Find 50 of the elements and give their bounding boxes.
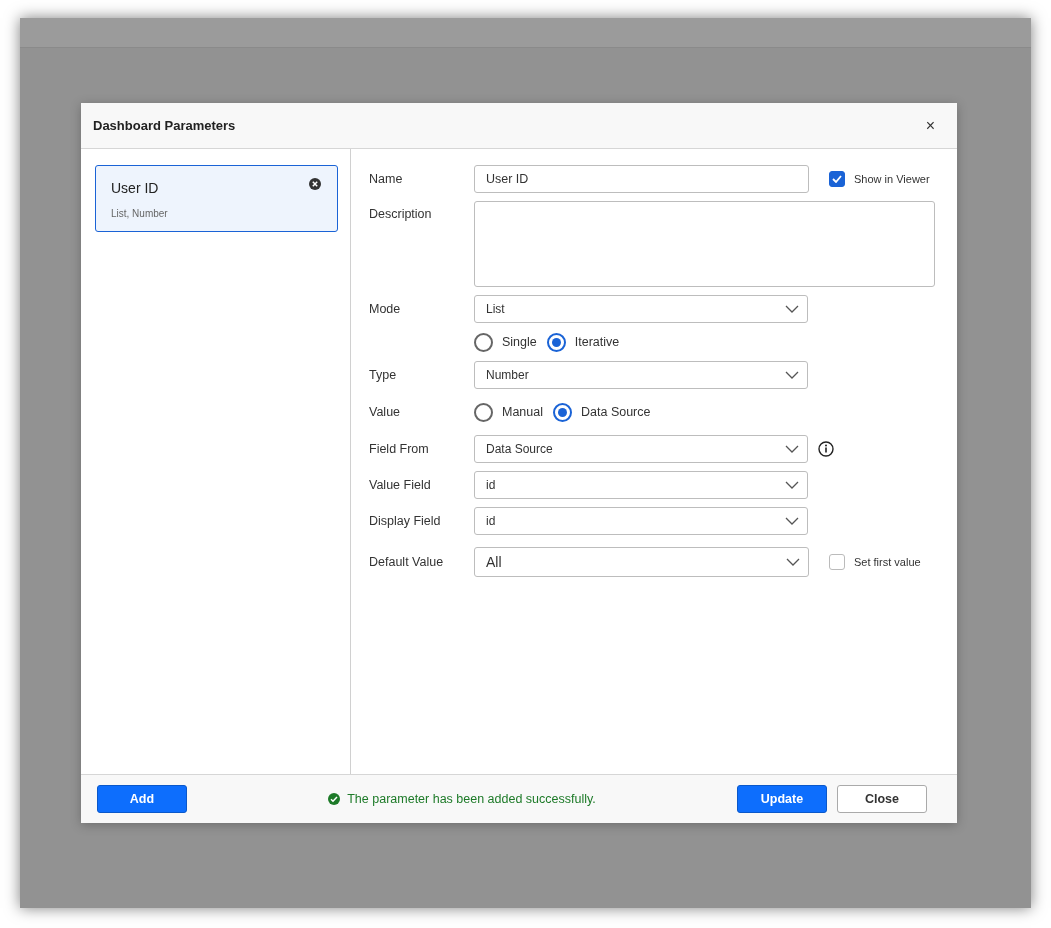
field-label: Display Field <box>369 514 442 528</box>
radio-button[interactable] <box>474 402 493 422</box>
radio-option[interactable]: Iterative <box>546 332 620 352</box>
radio-option[interactable]: Manual <box>474 402 543 422</box>
field-label: Name <box>369 172 404 186</box>
radio-option[interactable]: Data Source <box>553 402 651 422</box>
chevron-down-icon <box>786 558 800 566</box>
checkbox-option[interactable]: Set first value <box>829 554 921 570</box>
radio-button[interactable] <box>474 332 493 352</box>
checkbox-label: Show in Viewer <box>854 173 930 185</box>
radio-option[interactable]: Single <box>474 332 537 352</box>
parameter-summary: List, Number <box>111 208 168 219</box>
name-field[interactable]: User ID <box>474 165 809 193</box>
status-message: The parameter has been added successfully. <box>347 792 596 806</box>
dropdown[interactable]: List <box>474 295 808 323</box>
radio-button[interactable] <box>546 332 566 352</box>
description-field[interactable] <box>474 201 935 287</box>
success-icon <box>328 793 341 805</box>
dropdown[interactable]: All <box>474 547 809 577</box>
field-label: Type <box>369 368 398 382</box>
update-button[interactable]: Update <box>737 785 827 813</box>
dropdown[interactable]: Data Source <box>474 435 808 463</box>
parameter-name: User ID <box>111 180 159 196</box>
radio-button[interactable] <box>553 402 572 422</box>
checkmark-icon <box>832 175 842 183</box>
field-label: Field From <box>369 442 430 456</box>
close-button[interactable]: Close <box>837 785 927 813</box>
add-button[interactable]: Add <box>97 785 187 813</box>
field-label: Value <box>369 405 402 419</box>
chevron-down-icon <box>785 371 799 379</box>
chevron-down-icon <box>785 517 799 525</box>
chevron-down-icon <box>785 445 799 453</box>
chevron-down-icon <box>785 305 799 313</box>
field-label: Description <box>369 206 433 221</box>
field-label: Value Field <box>369 478 432 492</box>
dropdown[interactable]: Number <box>474 361 808 389</box>
checkbox[interactable] <box>829 554 845 570</box>
chevron-down-icon <box>785 481 799 489</box>
field-label: Mode <box>369 302 402 316</box>
dropdown[interactable]: id <box>474 471 808 499</box>
dialog-title: Dashboard Parameters <box>93 118 236 133</box>
remove-icon[interactable] <box>309 178 321 190</box>
field-label: Default Value <box>369 555 445 569</box>
close-button[interactable]: × <box>921 116 939 135</box>
checkbox-label: Set first value <box>854 556 921 568</box>
parameter-card[interactable]: User ID List, Number <box>95 165 338 232</box>
info-icon[interactable] <box>818 441 834 457</box>
dropdown[interactable]: id <box>474 507 808 535</box>
checkbox[interactable] <box>829 171 845 187</box>
checkbox-option[interactable]: Show in Viewer <box>829 171 930 187</box>
